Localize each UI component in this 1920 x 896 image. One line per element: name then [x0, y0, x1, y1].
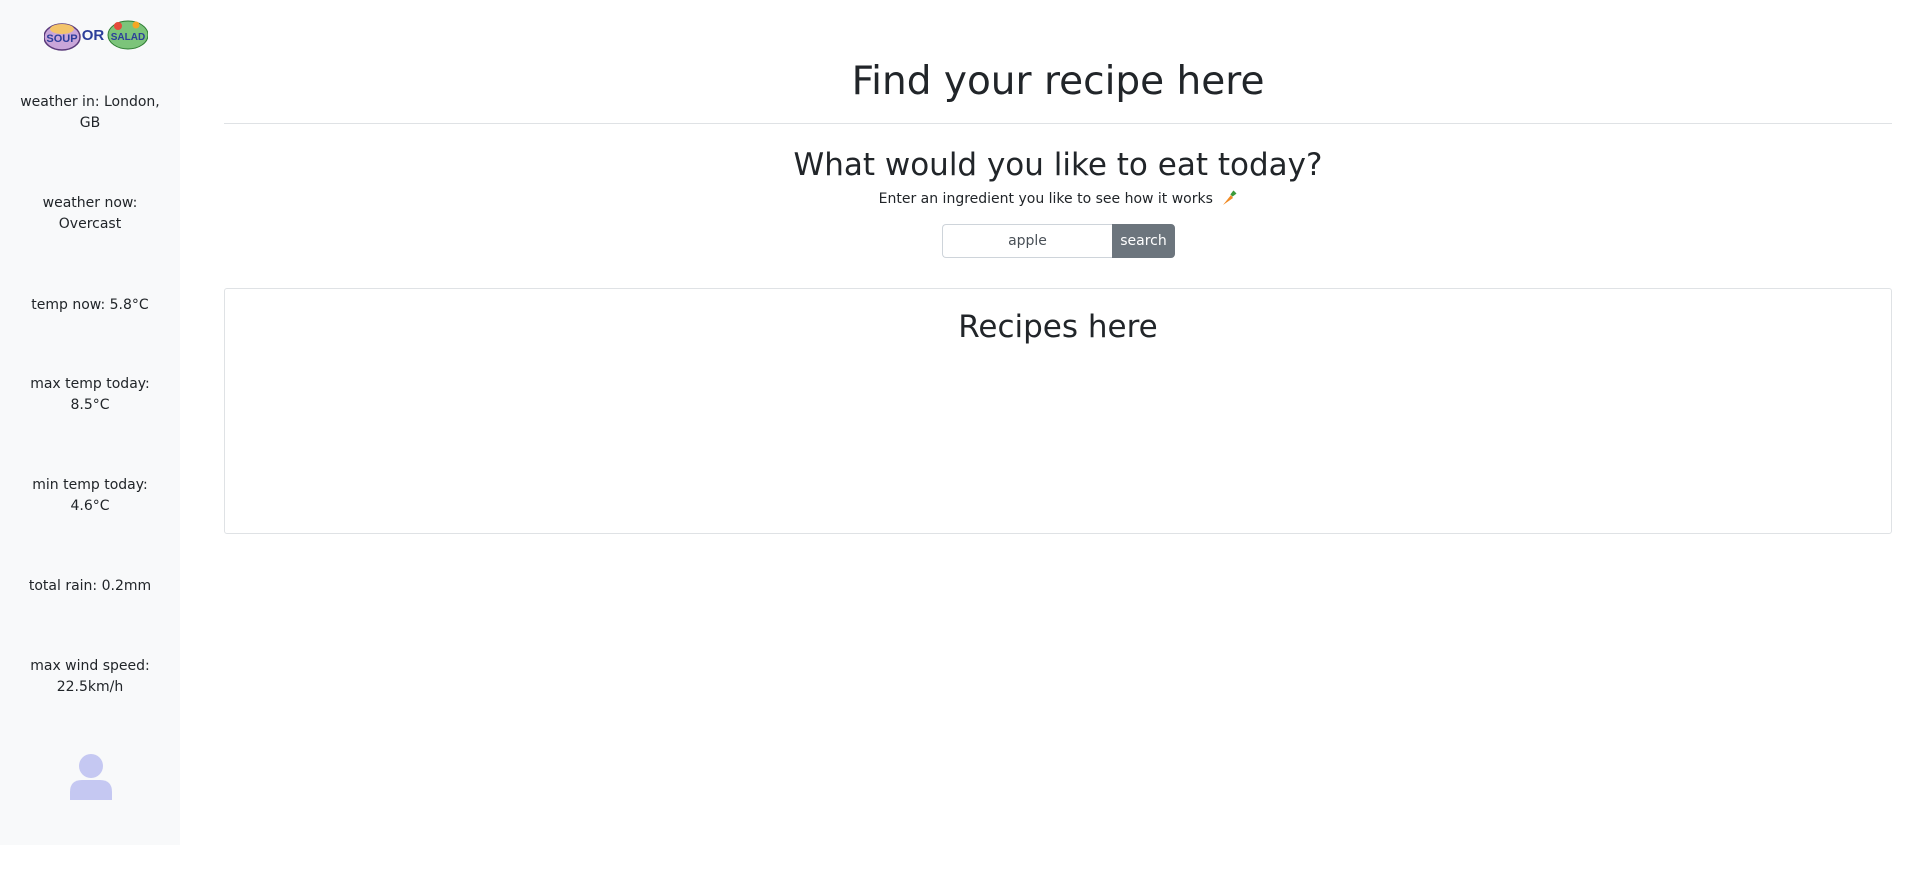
svg-text:SOUP: SOUP [46, 33, 77, 45]
carrot-icon [1221, 190, 1237, 206]
question-heading: What would you like to eat today? [793, 147, 1323, 183]
title-divider [224, 123, 1892, 124]
svg-text:OR: OR [82, 27, 105, 44]
weather-location: weather in: London, GB [20, 94, 160, 131]
sidebar: SOUP OR SALAD weather in: London, GB wea… [0, 0, 180, 845]
soup-or-salad-logo: SOUP OR SALAD [43, 20, 149, 51]
min-temp-today: min temp today: 4.6°C [32, 477, 148, 514]
user-icon[interactable] [70, 754, 112, 800]
user-icon-graphic [70, 754, 112, 800]
hint-text: Enter an ingredient you like to see how … [878, 191, 1213, 207]
weather-now: weather now: Overcast [42, 195, 138, 232]
recipes-panel: Recipes here [224, 288, 1892, 534]
page-title: Find your recipe here [851, 59, 1265, 104]
ingredient-hint: Enter an ingredient you like to see how … [224, 189, 1892, 209]
temp-now: temp now: 5.8°C [31, 297, 149, 313]
total-rain: total rain: 0.2mm [28, 578, 152, 594]
search-button[interactable]: search [1112, 224, 1175, 258]
max-wind-speed: max wind speed: 22.5km/h [30, 658, 150, 695]
search-input[interactable] [942, 224, 1112, 258]
logo[interactable]: SOUP OR SALAD [43, 18, 149, 52]
recipes-heading: Recipes here [958, 309, 1158, 345]
max-temp-today: max temp today: 8.5°C [30, 376, 150, 413]
svg-text:SALAD: SALAD [111, 32, 145, 43]
